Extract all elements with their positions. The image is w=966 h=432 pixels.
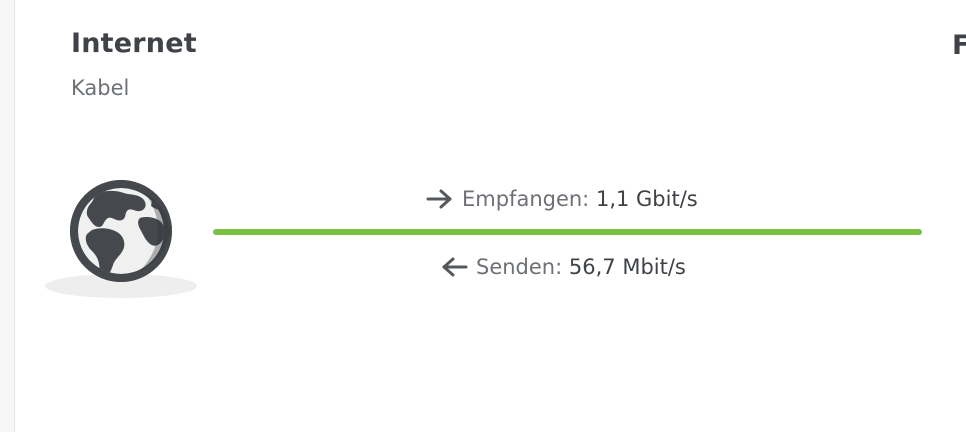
- download-rate: Empfangen: 1,1 Gbit/s: [426, 187, 698, 211]
- connection-title: Internet: [71, 28, 197, 59]
- arrow-right-icon: [426, 189, 452, 209]
- globe-icon: [44, 178, 200, 302]
- connection-type: Kabel: [71, 76, 130, 100]
- download-label: Empfangen:: [462, 187, 590, 211]
- panel-left-border: [0, 0, 15, 432]
- arrow-left-icon: [442, 257, 468, 277]
- upload-label: Senden:: [476, 255, 563, 279]
- upload-rate: Senden: 56,7 Mbit/s: [440, 255, 686, 279]
- next-panel-title: F: [952, 30, 966, 61]
- download-value: 1,1 Gbit/s: [595, 187, 698, 211]
- upload-value: 56,7 Mbit/s: [568, 255, 686, 279]
- connection-status-line: [213, 229, 922, 235]
- internet-panel: Internet Kabel F Empfangen: 1,1 Gbit/s S…: [0, 0, 966, 432]
